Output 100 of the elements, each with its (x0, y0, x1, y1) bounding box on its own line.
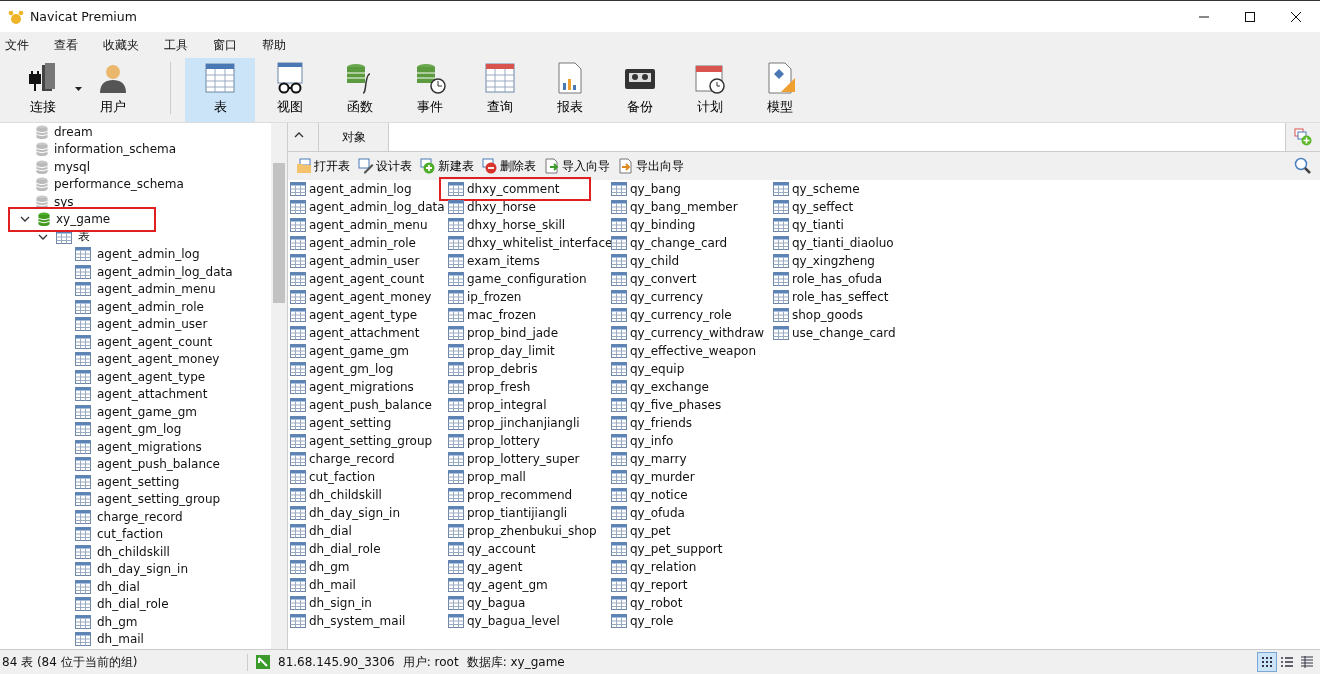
table-item[interactable]: qy_pet_support (611, 540, 723, 558)
table-item[interactable]: dhxy_horse_skill (448, 216, 566, 234)
toolbar-button[interactable]: 导出向导 (616, 157, 686, 175)
toolbar-button[interactable]: 函数 (325, 58, 395, 122)
tree-item[interactable]: information_schema (0, 140, 177, 158)
table-item[interactable]: prop_bind_jade (448, 324, 559, 342)
close-icon[interactable] (1290, 10, 1302, 23)
tree-item[interactable]: dh_gm (0, 613, 138, 631)
new-table-icon[interactable] (1294, 128, 1312, 146)
table-item[interactable]: qy_exchange (611, 378, 709, 396)
toolbar-button[interactable]: 设计表 (356, 157, 414, 175)
tree-item[interactable]: charge_record (0, 508, 183, 526)
table-item[interactable]: dh_system_mail (290, 612, 406, 630)
table-item[interactable]: qy_pet (611, 522, 671, 540)
table-item[interactable]: game_configuration (448, 270, 587, 288)
table-item[interactable]: agent_setting (290, 414, 392, 432)
tree-item[interactable]: agent_setting (0, 473, 180, 491)
menu-item[interactable]: 窗口 (208, 36, 243, 54)
tree-item[interactable]: dh_childskill (0, 543, 170, 561)
table-item[interactable]: qy_tianti_diaoluo (773, 234, 894, 252)
table-item[interactable]: dh_day_sign_in (290, 504, 401, 522)
table-item[interactable]: qy_marry (611, 450, 687, 468)
table-item[interactable]: mac_frozen (448, 306, 537, 324)
tree-item[interactable]: dh_day_sign_in (0, 560, 189, 578)
toolbar-button[interactable]: 新建表 (418, 157, 476, 175)
table-item[interactable]: qy_relation (611, 558, 697, 576)
grid-view-icon[interactable] (1258, 653, 1276, 671)
toolbar-button[interactable]: 删除表 (480, 157, 538, 175)
table-item[interactable]: qy_agent_gm (448, 576, 548, 594)
table-item[interactable]: prop_integral (448, 396, 547, 414)
toolbar-button[interactable]: 用户 (78, 58, 148, 122)
menu-item[interactable]: 帮助 (257, 36, 292, 54)
toolbar-button[interactable]: 备份 (605, 58, 675, 122)
menu-item[interactable]: 工具 (159, 36, 194, 54)
table-item[interactable]: agent_attachment (290, 324, 420, 342)
toolbar-button[interactable]: 视图 (255, 58, 325, 122)
search-icon[interactable] (1294, 157, 1312, 175)
table-item[interactable]: qy_seffect (773, 198, 854, 216)
toolbar-button[interactable]: 计划 (675, 58, 745, 122)
toolbar-button[interactable]: 导入向导 (542, 157, 612, 175)
table-item[interactable]: role_has_seffect (773, 288, 889, 306)
tree-item[interactable]: agent_admin_log (0, 245, 200, 263)
table-item[interactable]: agent_gm_log (290, 360, 394, 378)
table-item[interactable]: qy_bang_member (611, 198, 738, 216)
table-item[interactable]: qy_notice (611, 486, 688, 504)
table-item[interactable]: ip_frozen (448, 288, 522, 306)
table-item[interactable]: agent_admin_user (290, 252, 420, 270)
toolbar-button[interactable]: 事件 (395, 58, 465, 122)
table-item[interactable]: qy_account (448, 540, 536, 558)
detail-view-icon[interactable] (1298, 653, 1316, 671)
scrollbar[interactable] (271, 123, 287, 649)
table-item[interactable]: qy_agent (448, 558, 523, 576)
table-item[interactable]: agent_agent_count (290, 270, 425, 288)
table-item[interactable]: shop_goods (773, 306, 863, 324)
caret-icon[interactable] (75, 87, 82, 91)
table-item[interactable]: prop_tiantijiangli (448, 504, 568, 522)
table-item[interactable]: exam_items (448, 252, 540, 270)
tree-item[interactable]: dh_dial (0, 578, 140, 596)
table-item[interactable]: qy_convert (611, 270, 697, 288)
table-item[interactable]: qy_currency (611, 288, 703, 306)
toolbar-button[interactable]: 打开表 (294, 157, 352, 175)
chevron-up-icon[interactable] (294, 131, 304, 139)
table-item[interactable]: qy_robot (611, 594, 683, 612)
table-item[interactable]: qy_role (611, 612, 674, 630)
toolbar-button[interactable]: 报表 (535, 58, 605, 122)
menu-item[interactable]: 查看 (49, 36, 84, 54)
tree-item[interactable]: agent_migrations (0, 438, 202, 456)
table-item[interactable]: dh_dial_role (290, 540, 381, 558)
table-item[interactable]: prop_jinchanjiangli (448, 414, 580, 432)
tree-item[interactable]: agent_agent_money (0, 350, 220, 368)
tree-item[interactable]: agent_push_balance (0, 455, 220, 473)
table-item[interactable]: qy_bagua_level (448, 612, 560, 630)
tree-item[interactable]: dh_dial_role (0, 595, 169, 613)
highlighted-table-item[interactable]: dhxy_comment (442, 180, 588, 198)
table-item[interactable]: qy_effective_weapon (611, 342, 756, 360)
tree-item[interactable]: agent_setting_group (0, 490, 221, 508)
toolbar-button[interactable]: 模型 (745, 58, 815, 122)
toolbar-button[interactable]: 连接 (8, 58, 78, 122)
table-item[interactable]: agent_admin_menu (290, 216, 428, 234)
table-item[interactable]: qy_report (611, 576, 688, 594)
tree-item[interactable]: mysql (0, 158, 90, 176)
table-item[interactable]: qy_bang (611, 180, 681, 198)
table-item[interactable]: charge_record (290, 450, 395, 468)
table-item[interactable]: prop_mall (448, 468, 526, 486)
table-item[interactable]: cut_faction (290, 468, 376, 486)
table-item[interactable]: agent_admin_role (290, 234, 416, 252)
tree-item[interactable]: agent_agent_count (0, 333, 213, 351)
table-item[interactable]: qy_child (611, 252, 680, 270)
table-item[interactable]: agent_agent_type (290, 306, 418, 324)
tree-item[interactable]: agent_gm_log (0, 420, 182, 438)
tree-item[interactable]: dh_mail (0, 630, 144, 648)
table-item[interactable]: qy_currency_withdraw (611, 324, 765, 342)
table-item[interactable]: qy_friends (611, 414, 693, 432)
table-item[interactable]: qy_ofuda (611, 504, 685, 522)
table-item[interactable]: agent_migrations (290, 378, 414, 396)
table-item[interactable]: dh_gm (290, 558, 350, 576)
table-item[interactable]: prop_debris (448, 360, 538, 378)
table-item[interactable]: qy_scheme (773, 180, 860, 198)
maximize-icon[interactable] (1244, 10, 1256, 23)
table-item[interactable]: agent_push_balance (290, 396, 432, 414)
